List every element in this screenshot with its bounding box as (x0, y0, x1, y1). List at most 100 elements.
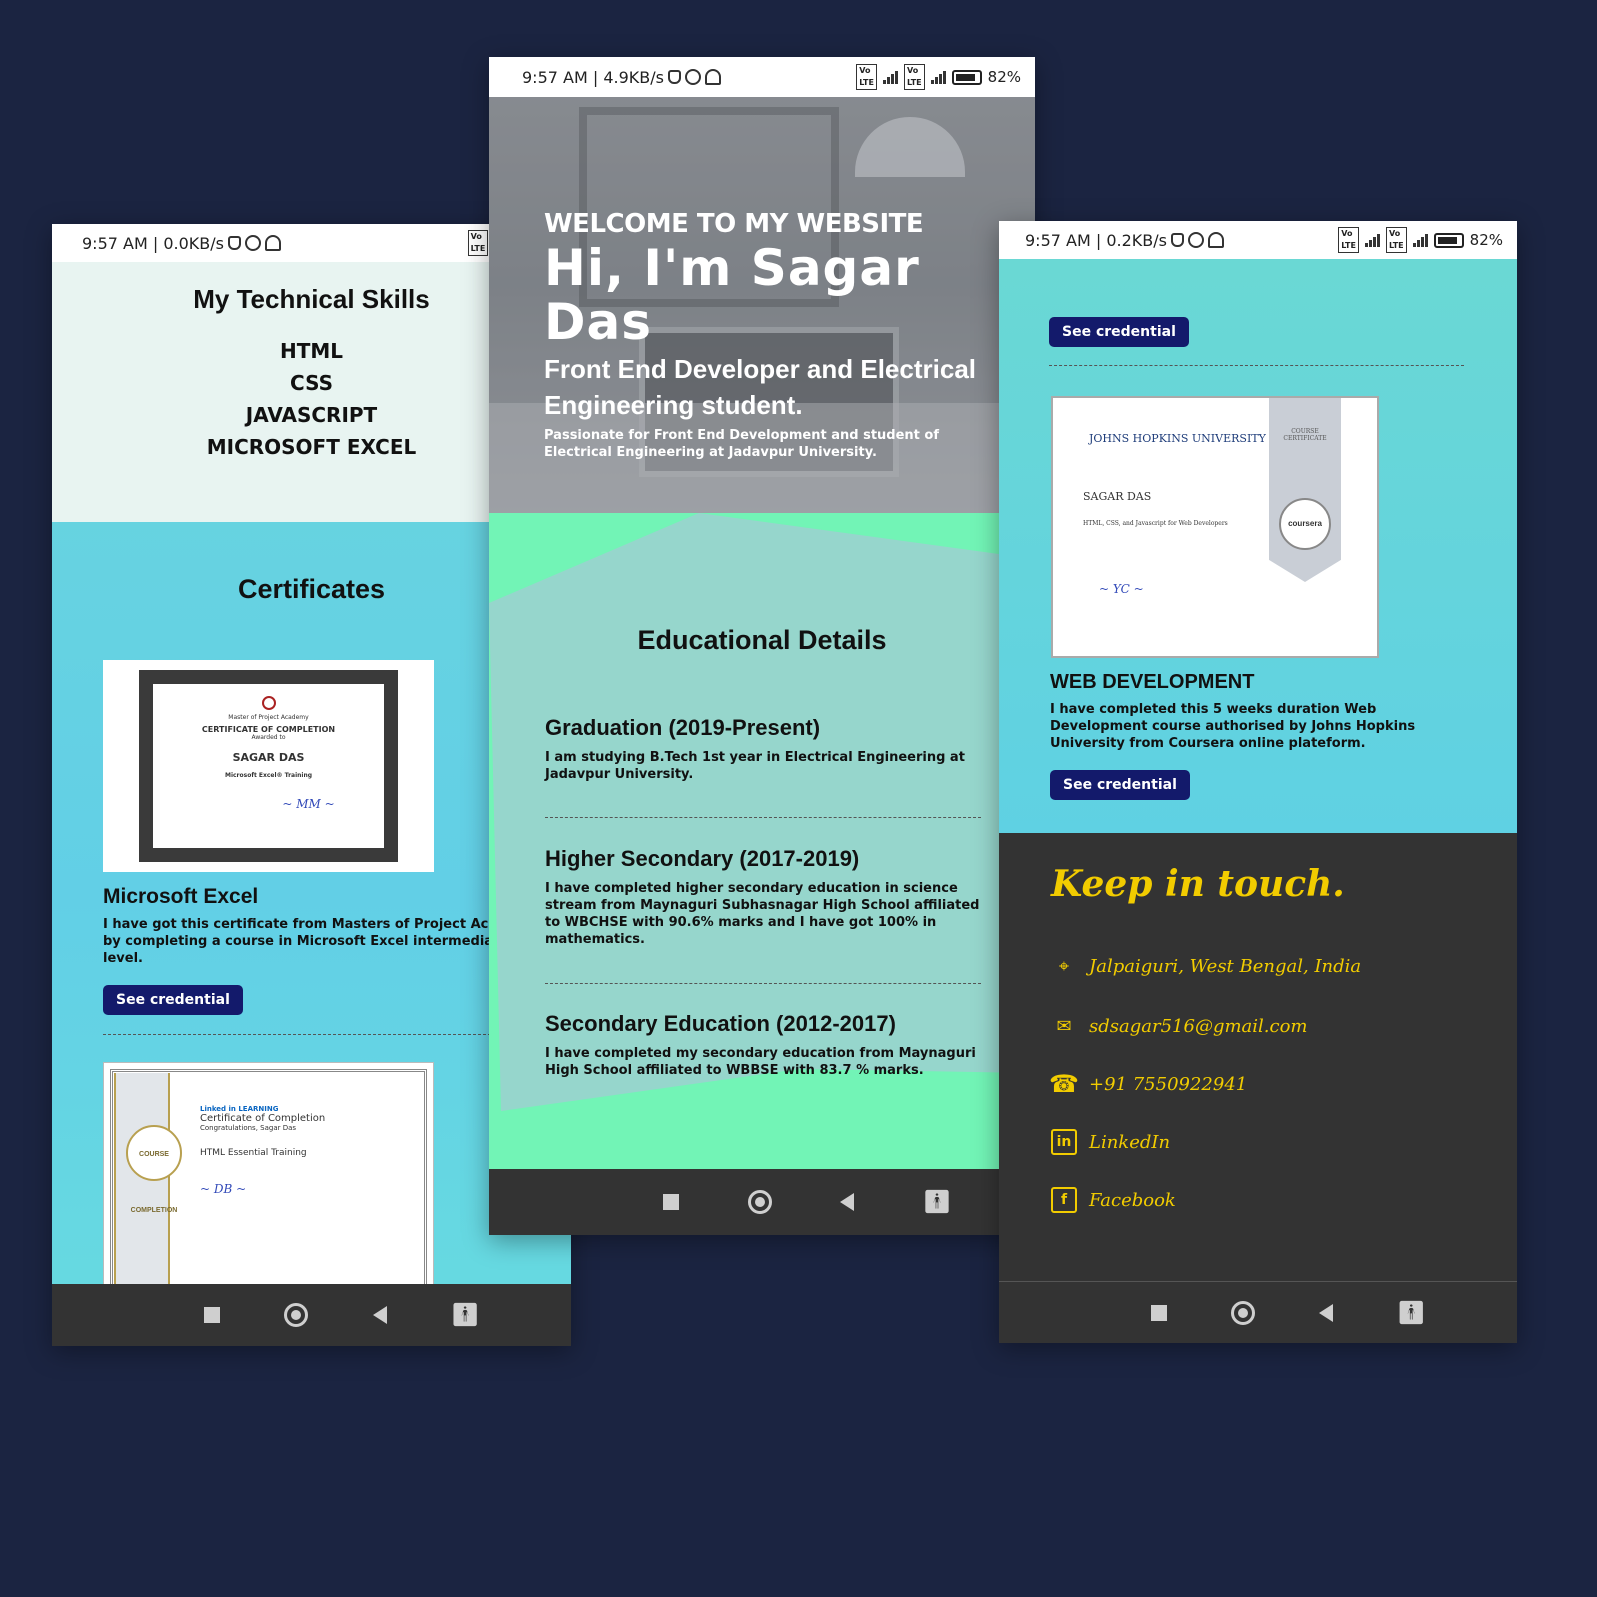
back-icon[interactable] (840, 1193, 855, 1211)
webdev-title: WEB DEVELOPMENT (1050, 671, 1255, 693)
coursera-seal-icon: coursera (1279, 498, 1331, 550)
contact-section: Keep in touch. ⌖ Jalpaiguri, West Bengal… (999, 833, 1517, 1281)
alarm-icon (244, 235, 261, 251)
accessibility-icon[interactable]: 🚹︎ (1397, 1300, 1425, 1326)
contact-phone[interactable]: ☎ +91 7550922941 (1049, 1070, 1247, 1098)
hero-role: Front End Developer and Electrical Engin… (544, 354, 976, 420)
android-nav-bar: 🚹︎ (52, 1284, 571, 1346)
linkedin-icon: in (1051, 1129, 1077, 1155)
contact-linkedin[interactable]: in LinkedIn (1051, 1129, 1170, 1155)
cert-course: HTML, CSS, and Javascript for Web Develo… (1083, 520, 1228, 527)
hero-headline: Hi, I'm Sagar Das (544, 239, 920, 351)
accessibility-icon[interactable]: 🚹︎ (451, 1302, 479, 1328)
mute-icon (667, 70, 681, 84)
back-icon[interactable] (1319, 1303, 1334, 1322)
alarm-icon (684, 69, 701, 85)
signature: ~ MM ~ (282, 797, 335, 811)
signal-icon (882, 70, 898, 84)
linkedin-certificate-image[interactable]: COURSE COMPLETION Linked in LEARNING Cer… (103, 1062, 434, 1287)
android-nav-bar: 🚹︎ (489, 1169, 1035, 1235)
status-time: 9:57 AM | 0.2KB/s (1025, 230, 1167, 250)
divider (545, 817, 981, 818)
headset-icon (264, 235, 281, 251)
envelope-icon: ✉ (1056, 1015, 1072, 1037)
education-item-title: Secondary Education (2012-2017) (545, 1011, 896, 1036)
contact-facebook[interactable]: f Facebook (1051, 1187, 1176, 1213)
education-item: Secondary Education (2012-2017) I have c… (545, 1011, 985, 1079)
welcome-heading: WELCOME TO MY WEBSITE (544, 209, 924, 239)
education-item-desc: I have completed my secondary education … (545, 1046, 976, 1078)
see-credential-button[interactable]: See credential (103, 985, 243, 1015)
excel-title: Microsoft Excel (103, 885, 259, 908)
cert-heading: CERTIFICATE OF COMPLETION (201, 725, 336, 734)
signature: ~ DB ~ (200, 1182, 247, 1196)
volte-icon: Vo LTE (467, 230, 489, 256)
see-credential-button[interactable]: See credential (1050, 770, 1190, 800)
contact-title: Keep in touch. (1051, 863, 1345, 905)
home-icon[interactable] (284, 1303, 309, 1327)
phone-icon: ☎ (1049, 1070, 1079, 1098)
status-time: 9:57 AM | 4.9KB/s (522, 67, 664, 87)
excel-description: I have got this certificate from Masters… (103, 916, 543, 967)
certificate-ribbon (1269, 398, 1341, 582)
contact-location: ⌖ Jalpaiguri, West Bengal, India (1051, 953, 1361, 979)
hero-description: Passionate for Front End Development and… (544, 428, 939, 460)
signal-icon (1364, 233, 1380, 247)
ribbon-label: COURSE CERTIFICATE (1283, 428, 1327, 442)
hero-section: WELCOME TO MY WEBSITE Hi, I'm Sagar Das … (489, 97, 1035, 513)
right-phone-screen: 9:57 AM | 0.2KB/s Vo LTE Vo LTE 82% See cr… (999, 221, 1517, 1343)
excel-desc-line: level. (103, 951, 143, 966)
battery-level: 82% (1469, 231, 1503, 249)
divider (545, 983, 981, 984)
location-text: Jalpaiguri, West Bengal, India (1089, 955, 1362, 977)
status-bar: 9:57 AM | 0.2KB/s Vo LTE Vo LTE 82% (999, 221, 1517, 259)
education-item: Graduation (2019-Present) I am studying … (545, 715, 985, 783)
battery-icon (951, 69, 982, 85)
signal-icon-2 (930, 70, 946, 84)
facebook-icon: f (1051, 1187, 1077, 1213)
excel-desc-line: I have got this certificate from Masters… (103, 917, 516, 932)
battery-level: 82% (987, 68, 1021, 86)
facebook-link[interactable]: Facebook (1089, 1190, 1176, 1211)
android-nav-bar: 🚹︎ (999, 1281, 1517, 1343)
recents-icon[interactable] (663, 1194, 680, 1210)
course-completion-badge-icon: COURSE COMPLETION (126, 1125, 182, 1214)
see-credential-button[interactable]: See credential (1049, 317, 1189, 347)
alarm-icon (1187, 232, 1204, 248)
recents-icon[interactable] (1151, 1304, 1167, 1321)
li-cert-heading: Certificate of Completion (200, 1113, 326, 1124)
signature: ~ YC ~ (1099, 582, 1144, 596)
recents-icon[interactable] (204, 1307, 221, 1323)
battery-icon (1433, 232, 1464, 248)
home-icon[interactable] (1231, 1300, 1256, 1325)
cert-name: SAGAR DAS (232, 751, 305, 764)
home-icon[interactable] (747, 1190, 772, 1214)
cert-name: SAGAR DAS (1083, 490, 1152, 503)
mute-icon (227, 236, 241, 250)
status-bar: 9:57 AM | 4.9KB/s Vo LTE Vo LTE 82% (489, 57, 1035, 97)
cert-awarded-to: Awarded to (251, 734, 286, 741)
volte-icon: Vo LTE (1338, 227, 1359, 253)
contact-email[interactable]: ✉ sdsagar516@gmail.com (1051, 1013, 1308, 1039)
email-text[interactable]: sdsagar516@gmail.com (1089, 1016, 1308, 1037)
webdev-certificate-section: See credential JOHNS HOPKINS UNIVERSITY … (999, 259, 1517, 833)
excel-certificate-image[interactable]: Master of Project Academy CERTIFICATE OF… (103, 660, 434, 872)
volte-icon: Vo LTE (856, 64, 877, 90)
li-cert-congrats: Congratulations, Sagar Das (200, 1124, 297, 1132)
linkedin-link[interactable]: LinkedIn (1089, 1132, 1170, 1153)
cert-academy: Master of Project Academy (228, 714, 309, 721)
phone-text[interactable]: +91 7550922941 (1089, 1074, 1247, 1095)
education-item-desc: I am studying B.Tech 1st year in Electri… (545, 750, 965, 782)
back-icon[interactable] (372, 1306, 387, 1324)
excel-desc-line: by completing a course in Microsoft Exce… (103, 934, 509, 949)
location-pin-icon: ⌖ (1058, 955, 1070, 977)
academy-logo-icon (261, 696, 276, 710)
education-item: Higher Secondary (2017-2019) I have comp… (545, 846, 985, 948)
education-item-title: Higher Secondary (2017-2019) (545, 846, 860, 871)
accessibility-icon[interactable]: 🚹︎ (923, 1189, 951, 1215)
education-title: Educational Details (637, 625, 887, 655)
johns-hopkins-logo: JOHNS HOPKINS UNIVERSITY (1089, 432, 1266, 445)
johns-hopkins-certificate-image[interactable]: JOHNS HOPKINS UNIVERSITY COURSE CERTIFIC… (1051, 396, 1379, 658)
divider (1049, 365, 1464, 366)
cert-program: Microsoft Excel® Training (224, 772, 313, 779)
